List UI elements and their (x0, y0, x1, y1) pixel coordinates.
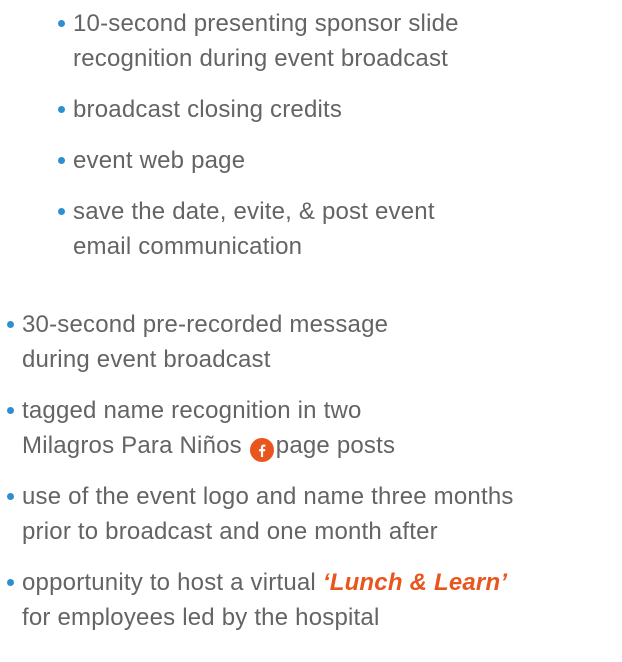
list-item: use of the event logo and name three mon… (7, 479, 622, 549)
list-item: save the date, evite, & post event email… (58, 194, 603, 264)
list-item-line: 30-second pre-recorded message (22, 311, 389, 338)
list-item: opportunity to host a virtual ‘Lunch & L… (7, 565, 622, 635)
list-item: 10-second presenting sponsor slide recog… (58, 6, 603, 76)
list-item: broadcast closing credits (58, 92, 603, 127)
bullet-icon (58, 106, 65, 113)
bullet-icon (58, 208, 65, 215)
list-item-text: opportunity to host a virtual (22, 569, 323, 596)
lunch-and-learn-emphasis: ‘Lunch & Learn’ (322, 569, 508, 596)
list-item-line: during event broadcast (22, 346, 271, 373)
list-item-text: Milagros Para Niños (22, 432, 242, 459)
list-item-line: recognition during event broadcast (73, 45, 449, 72)
list-item: event web page (58, 143, 603, 178)
list-item-line: for employees led by the hospital (22, 604, 380, 631)
list-item-text: page posts (275, 432, 396, 459)
list-item-line: event web page (73, 147, 246, 174)
list-item-line: 10-second presenting sponsor slide (73, 10, 459, 37)
list-item-line: email communication (73, 233, 303, 260)
list-item: 30-second pre-recorded message during ev… (7, 307, 622, 377)
bullet-icon (7, 579, 14, 586)
bullet-icon (7, 321, 14, 328)
bullet-icon (7, 493, 14, 500)
bullet-icon (58, 20, 65, 27)
list-item-line: save the date, evite, & post event (73, 198, 435, 225)
bullet-icon (58, 157, 65, 164)
list-item-line: prior to broadcast and one month after (22, 518, 438, 545)
list-item-line: broadcast closing credits (73, 96, 343, 123)
nested-bullet-list: 10-second presenting sponsor slide recog… (58, 6, 603, 280)
facebook-icon (249, 438, 274, 462)
outer-bullet-list: 30-second pre-recorded message during ev… (7, 307, 622, 651)
list-item-line: use of the event logo and name three mon… (22, 483, 514, 510)
list-item: tagged name recognition in two Milagros … (7, 393, 622, 463)
list-item-line: tagged name recognition in two (22, 397, 362, 424)
bullet-icon (7, 407, 14, 414)
